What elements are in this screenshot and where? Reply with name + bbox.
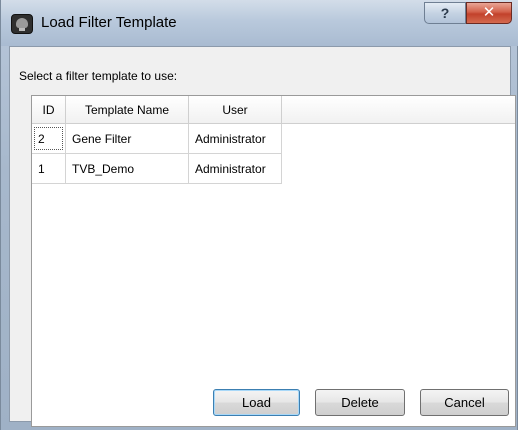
window-title: Load Filter Template (41, 14, 177, 31)
close-button[interactable]: ✕ (466, 2, 512, 24)
column-header-template-name[interactable]: Template Name (66, 96, 189, 124)
title-bar[interactable]: Load Filter Template ? ✕ (1, 0, 518, 46)
help-icon: ? (440, 5, 450, 21)
cell-user[interactable]: Administrator (189, 154, 282, 184)
column-header-filler (282, 96, 515, 124)
load-filter-template-dialog: Load Filter Template ? ✕ Select a filter… (0, 0, 518, 430)
focus-outline (34, 127, 63, 150)
table-row[interactable]: 2 Gene Filter Administrator (32, 124, 515, 154)
template-table[interactable]: ID Template Name User 2 Gene Filter Admi… (31, 95, 516, 427)
close-icon: ✕ (482, 4, 496, 21)
load-button[interactable]: Load (213, 389, 300, 416)
delete-button[interactable]: Delete (315, 389, 405, 416)
table-header: ID Template Name User (32, 96, 515, 124)
cell-filler (282, 124, 515, 154)
table-row[interactable]: 1 TVB_Demo Administrator (32, 154, 515, 184)
cell-template-name[interactable]: Gene Filter (66, 124, 189, 154)
cell-id[interactable]: 1 (32, 154, 66, 184)
cell-id[interactable]: 2 (32, 124, 66, 154)
cell-user[interactable]: Administrator (189, 124, 282, 154)
prompt-label: Select a filter template to use: (19, 69, 178, 83)
column-header-id[interactable]: ID (32, 96, 66, 124)
cell-template-name[interactable]: TVB_Demo (66, 154, 189, 184)
dialog-content: Select a filter template to use: ID Temp… (9, 46, 516, 427)
cell-filler (282, 154, 515, 184)
help-button[interactable]: ? (424, 2, 466, 24)
app-icon (11, 14, 33, 34)
cancel-button[interactable]: Cancel (420, 389, 509, 416)
column-header-user[interactable]: User (189, 96, 282, 124)
